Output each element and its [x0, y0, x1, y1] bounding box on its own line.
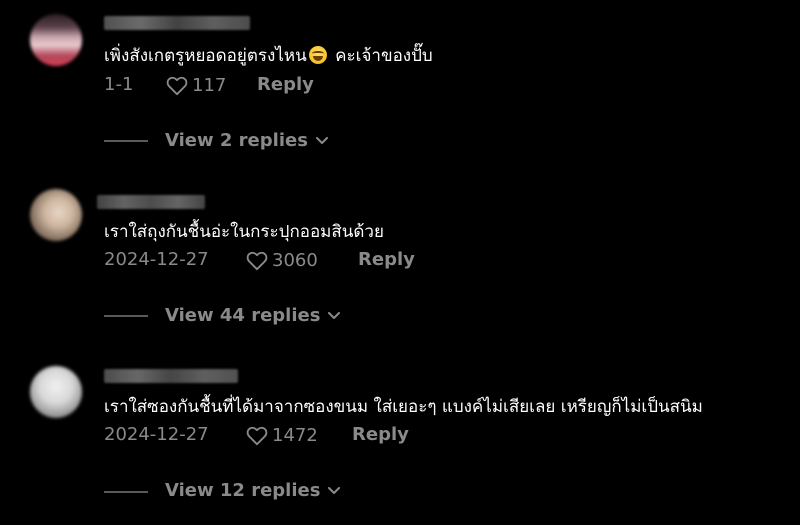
comment-text: เราใส่ถุงกันชื้นอ่ะในกระปุกออมสินด้วย	[104, 222, 384, 242]
username[interactable]	[104, 369, 238, 383]
view-replies-button[interactable]: View 12 replies	[165, 480, 341, 502]
comment-item: เราใส่ถุงกันชื้นอ่ะในกระปุกออมสินด้วย 20…	[0, 175, 800, 345]
reply-button[interactable]: Reply	[257, 74, 314, 96]
heart-icon	[166, 76, 188, 96]
heart-icon	[246, 251, 268, 271]
avatar[interactable]	[30, 189, 82, 241]
like-button[interactable]: 3060	[246, 250, 318, 272]
reply-button[interactable]: Reply	[358, 249, 415, 271]
chevron-down-icon	[315, 137, 328, 144]
like-button[interactable]: 117	[166, 75, 226, 97]
comment-text: เราใส่ซองกันชื้นที่ได้มาจากซองขนม ใส่เยอ…	[104, 397, 703, 417]
avatar[interactable]	[30, 366, 82, 418]
view-replies-button[interactable]: View 2 replies	[165, 130, 328, 152]
username[interactable]	[104, 16, 250, 30]
divider-line	[104, 140, 148, 142]
reply-button[interactable]: Reply	[352, 424, 409, 446]
chevron-down-icon	[328, 312, 341, 319]
heart-icon	[246, 426, 268, 446]
like-count: 117	[192, 75, 227, 96]
comment-date: 2024-12-27	[104, 249, 209, 270]
comment-item: เราใส่ซองกันชื้นที่ได้มาจากซองขนม ใส่เยอ…	[0, 350, 800, 525]
chevron-down-icon	[328, 487, 341, 494]
like-button[interactable]: 1472	[246, 425, 318, 447]
divider-line	[104, 315, 148, 317]
view-replies-button[interactable]: View 44 replies	[165, 305, 341, 327]
divider-line	[104, 491, 148, 493]
laughing-tears-emoji-icon	[308, 46, 327, 64]
username[interactable]	[97, 195, 205, 209]
comment-date: 2024-12-27	[104, 424, 209, 445]
avatar[interactable]	[30, 14, 82, 66]
comment-text: เพิ่งสังเกตรูหยอดอยู่ตรงไหน คะเจ้าของปั๊…	[104, 46, 433, 66]
like-count: 3060	[272, 250, 318, 271]
like-count: 1472	[272, 425, 318, 446]
comment-date: 1-1	[104, 74, 134, 95]
comment-item: เพิ่งสังเกตรูหยอดอยู่ตรงไหน คะเจ้าของปั๊…	[0, 0, 800, 170]
